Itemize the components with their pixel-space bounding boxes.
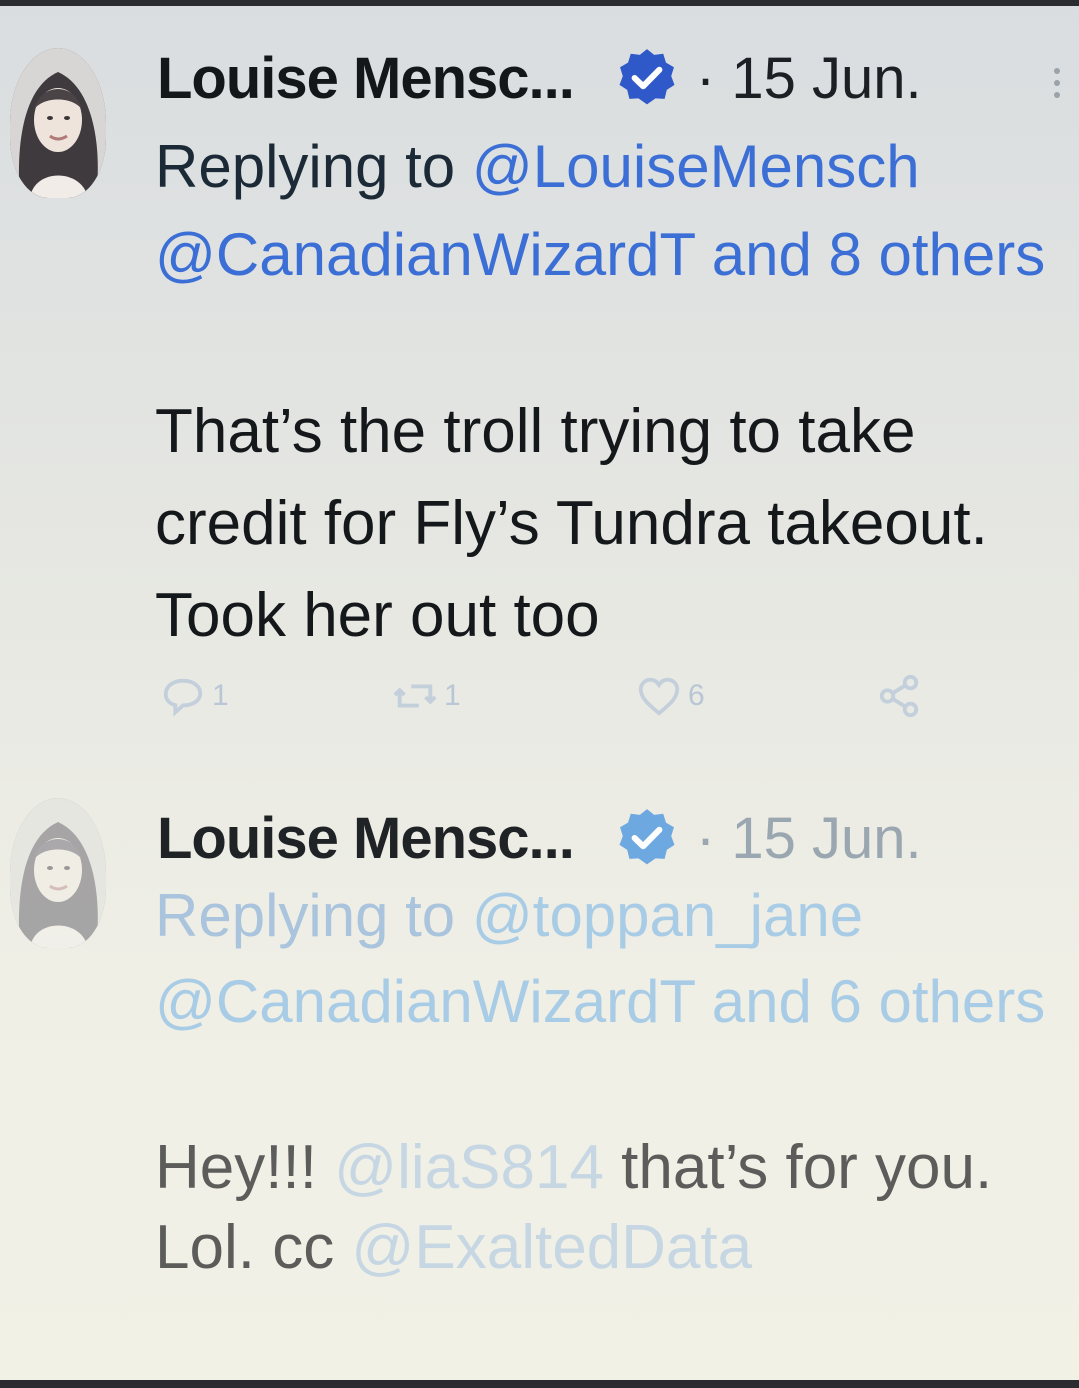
tweet-date[interactable]: · 15 Jun. xyxy=(696,805,922,872)
tweet-header: Louise Mensc... · 15 Jun. xyxy=(157,38,922,118)
retweet-button[interactable]: 1 xyxy=(392,673,461,719)
tweet-text-part: Hey!!! xyxy=(155,1133,335,1202)
more-icon[interactable] xyxy=(1052,68,1062,108)
reply-button[interactable]: 1 xyxy=(160,673,229,719)
mention-link[interactable]: @toppan_jane xyxy=(472,882,863,949)
tweet-text: That’s the troll trying to take credit f… xyxy=(155,397,988,650)
tweet-text: Hey!!! @liaS814 that’s for you. Lol. cc … xyxy=(155,1128,1075,1288)
avatar-image xyxy=(10,48,106,198)
bottom-edge xyxy=(0,1380,1079,1388)
reply-count: 1 xyxy=(212,679,229,712)
reply-icon xyxy=(163,678,203,717)
tweet[interactable]: Louise Mensc... · 15 Jun. Replying to @t… xyxy=(0,778,1079,1358)
like-count: 6 xyxy=(688,679,705,712)
share-button[interactable] xyxy=(876,673,922,719)
mention-others-link[interactable]: @CanadianWizardT and 8 others xyxy=(155,221,1045,288)
top-edge xyxy=(0,0,1079,6)
mention-others-link[interactable]: @CanadianWizardT and 6 others xyxy=(155,968,1045,1035)
mention-link[interactable]: @liaS814 xyxy=(334,1133,604,1202)
share-icon xyxy=(879,674,919,718)
reply-prefix: Replying to xyxy=(155,133,472,200)
verified-icon xyxy=(619,809,675,865)
mention-link[interactable]: @ExaltedData xyxy=(351,1213,752,1282)
avatar-image xyxy=(10,798,106,948)
tweet[interactable]: Louise Mensc... · 15 Jun. Replying to @L… xyxy=(0,18,1079,738)
tweet-actions: 1 1 6 xyxy=(160,673,960,733)
reply-context: Replying to @LouiseMensch @CanadianWizar… xyxy=(155,123,1055,299)
reply-prefix: Replying to xyxy=(155,882,472,949)
avatar[interactable] xyxy=(10,48,106,198)
like-icon xyxy=(638,677,680,716)
verified-icon xyxy=(619,49,675,105)
tweet-header: Louise Mensc... · 15 Jun. xyxy=(157,798,922,878)
retweet-count: 1 xyxy=(444,679,461,712)
tweet-date[interactable]: · 15 Jun. xyxy=(696,45,922,112)
avatar[interactable] xyxy=(10,798,106,948)
like-button[interactable]: 6 xyxy=(636,673,705,719)
author-name[interactable]: Louise Mensc... xyxy=(157,45,575,112)
author-name[interactable]: Louise Mensc... xyxy=(157,805,575,872)
mention-link[interactable]: @LouiseMensch xyxy=(472,133,920,200)
retweet-icon xyxy=(393,684,437,708)
reply-context: Replying to @toppan_jane @CanadianWizard… xyxy=(155,873,1055,1045)
